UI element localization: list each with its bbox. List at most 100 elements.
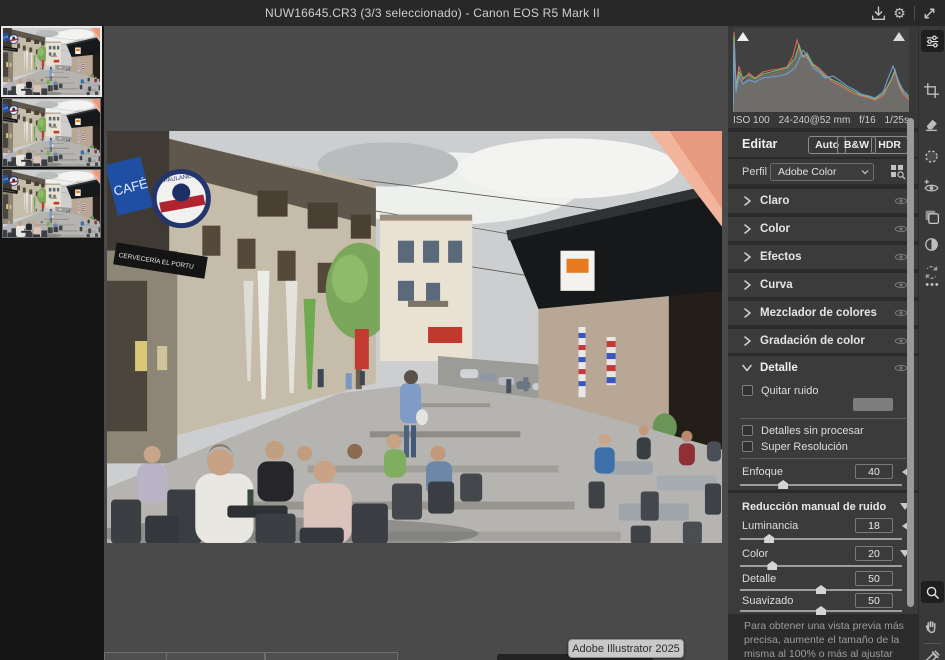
chevron-right-icon: [742, 279, 752, 291]
slider-label: Enfoque: [742, 464, 783, 480]
checkbox-label: Super Resolución: [761, 440, 848, 454]
presets-tool-icon[interactable]: [923, 208, 942, 227]
exif-lens: 24-240@52 mm: [778, 114, 850, 128]
filmstrip-thumbnail-3[interactable]: [3, 170, 100, 237]
section-label: Claro: [760, 189, 789, 213]
section-label: Color: [760, 217, 790, 241]
section-mezclador[interactable]: Mezclador de colores: [728, 301, 918, 325]
divider: [740, 418, 906, 419]
chevron-right-icon: [742, 195, 752, 207]
eye-icon[interactable]: [894, 280, 908, 290]
divider: [740, 458, 906, 459]
slider-thumb[interactable]: [778, 480, 788, 489]
red-eye-tool-icon[interactable]: [923, 178, 942, 197]
eye-icon[interactable]: [894, 252, 908, 262]
color-value[interactable]: 20: [855, 546, 893, 561]
fullscreen-icon[interactable]: [921, 5, 938, 22]
filmstrip-thumbnail-1[interactable]: [3, 28, 100, 95]
chevron-right-icon: [742, 307, 752, 319]
background-window-fragment: [104, 652, 265, 660]
luminancia-row: Luminancia 18: [728, 518, 918, 534]
color-sampler-tool-icon[interactable]: [923, 650, 942, 660]
filmstrip: [0, 26, 104, 660]
histogram-block: ISO 100 24-240@52 mm f/16 1/25s: [728, 26, 918, 128]
suavizado-value[interactable]: 50: [855, 593, 893, 608]
slider-label: Detalle: [742, 571, 776, 587]
section-gradacion[interactable]: Gradación de color: [728, 329, 918, 353]
zoom-tool-icon[interactable]: [921, 581, 944, 603]
tool-rail: •••: [918, 26, 945, 660]
chevron-right-icon: [742, 335, 752, 347]
edit-panel: ISO 100 24-240@52 mm f/16 1/25s Editar A…: [728, 26, 918, 660]
eye-icon[interactable]: [894, 336, 908, 346]
section-label: Mezclador de colores: [760, 301, 877, 325]
chevron-right-icon: [742, 251, 752, 263]
suavizado-slider[interactable]: [740, 610, 902, 612]
settings-gear-icon[interactable]: ⚙: [891, 5, 908, 22]
eye-icon[interactable]: [894, 363, 908, 373]
reduccion-header[interactable]: Reducción manual de ruido: [728, 499, 918, 515]
slider-label: Luminancia: [742, 518, 798, 534]
hand-tool-icon[interactable]: [923, 618, 942, 637]
exif-aperture: f/16: [859, 114, 876, 128]
exif-shutter: 1/25s: [885, 114, 909, 128]
masking-tool-icon[interactable]: [923, 148, 942, 167]
chevron-down-icon: [741, 363, 753, 373]
eye-icon[interactable]: [894, 224, 908, 234]
title-bar: NUW16645.CR3 (3/3 seleccionado) - Canon …: [0, 0, 945, 26]
enfoque-slider[interactable]: [740, 484, 902, 486]
exif-info: ISO 100 24-240@52 mm f/16 1/25s: [733, 114, 909, 128]
edit-tool-icon[interactable]: [921, 30, 944, 52]
main-photo[interactable]: [107, 131, 722, 543]
checkbox-label: Detalles sin procesar: [761, 424, 864, 438]
slider-thumb[interactable]: [767, 561, 777, 570]
section-label: Gradación de color: [760, 329, 865, 353]
detalle-slider[interactable]: [740, 589, 902, 591]
section-detalle: Detalle Quitar ruido Detalles sin proces…: [728, 356, 918, 490]
chevron-down-icon: [861, 169, 869, 175]
section-efectos[interactable]: Efectos: [728, 245, 918, 269]
section-claro[interactable]: Claro: [728, 189, 918, 213]
profile-row: Perfil Adobe Color: [728, 158, 918, 184]
enfoque-row: Enfoque 40: [728, 464, 918, 480]
slider-thumb[interactable]: [764, 534, 774, 543]
bw-button[interactable]: B&W: [837, 136, 876, 154]
panel-scrollbar[interactable]: [907, 118, 914, 607]
color-row: Color 20: [728, 546, 918, 562]
profile-value: Adobe Color: [778, 164, 836, 180]
more-tools-icon[interactable]: •••: [923, 276, 942, 295]
histogram[interactable]: [733, 28, 909, 112]
hdr-button[interactable]: HDR: [871, 136, 908, 154]
reduccion-ruido-block: Reducción manual de ruido Luminancia 18 …: [728, 493, 918, 614]
color-slider[interactable]: [740, 565, 902, 567]
detalle-value[interactable]: 50: [855, 571, 893, 586]
save-download-icon[interactable]: [870, 5, 887, 22]
eye-icon[interactable]: [894, 196, 908, 206]
versions-tool-icon[interactable]: [923, 236, 942, 255]
profile-browser-icon[interactable]: [890, 164, 906, 185]
histogram-plot: [733, 28, 909, 112]
healing-tool-icon[interactable]: [923, 116, 942, 135]
detalle-header[interactable]: Detalle: [728, 356, 918, 378]
crop-tool-icon[interactable]: [923, 82, 942, 101]
street-scene-artwork: [107, 131, 722, 543]
checkbox-box: [742, 385, 753, 396]
checkbox-box: [742, 425, 753, 436]
chevron-right-icon: [742, 223, 752, 235]
dock-tooltip: Adobe Illustrator 2025: [568, 639, 684, 658]
exif-iso: ISO 100: [733, 114, 770, 128]
background-window-fragment-2: [265, 652, 398, 660]
profile-select[interactable]: Adobe Color: [770, 163, 874, 181]
section-curva[interactable]: Curva: [728, 273, 918, 297]
filmstrip-thumbnail-2[interactable]: [3, 99, 100, 166]
checkbox-box: [742, 441, 753, 452]
slider-label: Color: [742, 546, 768, 562]
section-color[interactable]: Color: [728, 217, 918, 241]
luminancia-value[interactable]: 18: [855, 518, 893, 533]
eye-icon[interactable]: [894, 308, 908, 318]
detalle-row: Detalle 50: [728, 571, 918, 587]
edit-header-row: Editar Auto B&W HDR: [728, 132, 918, 157]
enfoque-value[interactable]: 40: [855, 464, 893, 479]
section-label: Curva: [760, 273, 793, 297]
luminancia-slider[interactable]: [740, 538, 902, 540]
